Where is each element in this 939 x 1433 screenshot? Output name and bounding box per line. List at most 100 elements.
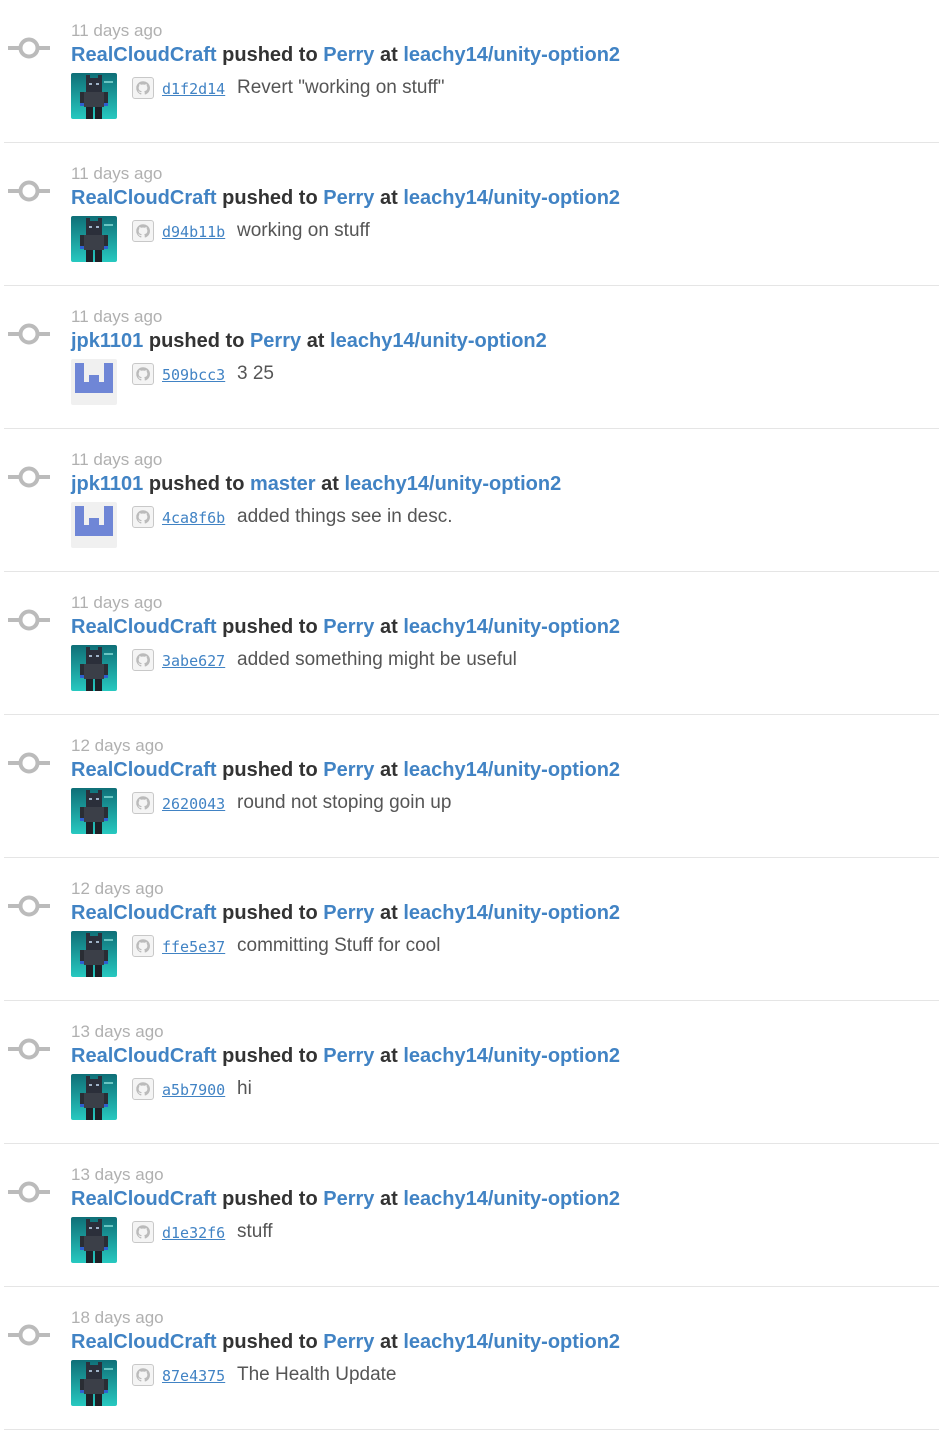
repo-link[interactable]: leachy14/unity-option2 — [403, 1188, 620, 1210]
repo-link[interactable]: leachy14/unity-option2 — [345, 473, 562, 495]
committer-avatar-icon[interactable] — [132, 1221, 154, 1243]
at-text: at — [321, 473, 339, 495]
commit-sha-link[interactable]: d94b11b — [162, 223, 225, 241]
repo-link[interactable]: leachy14/unity-option2 — [403, 616, 620, 638]
commit-message: hi — [237, 1078, 252, 1099]
avatar[interactable] — [71, 502, 117, 548]
commit-sha-link[interactable]: 4ca8f6b — [162, 509, 225, 527]
committer-avatar-icon[interactable] — [132, 935, 154, 957]
repo-link[interactable]: leachy14/unity-option2 — [403, 902, 620, 924]
commit-icon — [6, 36, 52, 60]
event-title: RealCloudCraft pushed to Perry at leachy… — [71, 759, 620, 782]
branch-link[interactable]: Perry — [250, 330, 301, 352]
actor-link[interactable]: RealCloudCraft — [71, 1188, 217, 1210]
actor-link[interactable]: jpk1101 — [71, 473, 143, 495]
at-text: at — [379, 759, 398, 781]
commit-message: working on stuff — [237, 220, 370, 241]
commit-sha-link[interactable]: ffe5e37 — [162, 938, 225, 956]
committer-avatar-icon[interactable] — [132, 363, 154, 385]
event-time: 12 days ago — [71, 879, 164, 898]
commit-icon — [6, 1323, 52, 1347]
actor-link[interactable]: RealCloudCraft — [71, 616, 217, 638]
commit-message: added something might be useful — [237, 649, 517, 670]
branch-link[interactable]: Perry — [323, 1045, 374, 1067]
actor-link[interactable]: RealCloudCraft — [71, 1331, 217, 1353]
actor-link[interactable]: jpk1101 — [71, 330, 143, 352]
commit-sha-link[interactable]: d1f2d14 — [162, 80, 225, 98]
repo-link[interactable]: leachy14/unity-option2 — [330, 330, 547, 352]
avatar[interactable] — [71, 1074, 117, 1120]
avatar[interactable] — [71, 359, 117, 405]
repo-link[interactable]: leachy14/unity-option2 — [403, 1045, 620, 1067]
event-time: 11 days ago — [71, 593, 163, 612]
commit-sha-link[interactable]: 509bcc3 — [162, 366, 225, 384]
committer-avatar-icon[interactable] — [132, 792, 154, 814]
identicon-avatar-icon — [71, 502, 117, 548]
event-title: jpk1101 pushed to Perry at leachy14/unit… — [71, 330, 547, 353]
action-text: pushed to — [222, 616, 318, 638]
event-title: RealCloudCraft pushed to Perry at leachy… — [71, 1045, 620, 1068]
avatar[interactable] — [71, 1217, 117, 1263]
avatar[interactable] — [71, 931, 117, 977]
action-text: pushed to — [222, 187, 318, 209]
branch-link[interactable]: Perry — [323, 759, 374, 781]
at-text: at — [379, 44, 398, 66]
branch-link[interactable]: Perry — [323, 902, 374, 924]
actor-link[interactable]: RealCloudCraft — [71, 44, 217, 66]
committer-avatar-icon[interactable] — [132, 506, 154, 528]
action-text: pushed to — [222, 1045, 318, 1067]
avatar[interactable] — [71, 788, 117, 834]
commit-icon — [6, 751, 52, 775]
push-event: 12 days ago RealCloudCraft pushed to Per… — [4, 858, 939, 1001]
minecraft-cat-avatar-icon — [71, 1360, 117, 1406]
repo-link[interactable]: leachy14/unity-option2 — [403, 44, 620, 66]
commit-sha-link[interactable]: 87e4375 — [162, 1367, 225, 1385]
avatar[interactable] — [71, 73, 117, 119]
actor-link[interactable]: RealCloudCraft — [71, 187, 217, 209]
actor-link[interactable]: RealCloudCraft — [71, 902, 217, 924]
commit-icon — [6, 1037, 52, 1061]
action-text: pushed to — [148, 330, 245, 352]
branch-link[interactable]: master — [250, 473, 316, 495]
push-event: 11 days ago RealCloudCraft pushed to Per… — [4, 143, 939, 286]
push-event: 11 days ago jpk1101 pushed to Perry at l… — [4, 286, 939, 429]
minecraft-cat-avatar-icon — [71, 788, 117, 834]
event-time: 11 days ago — [71, 21, 163, 40]
repo-link[interactable]: leachy14/unity-option2 — [403, 1331, 620, 1353]
action-text: pushed to — [222, 902, 318, 924]
commit-sha-link[interactable]: d1e32f6 — [162, 1224, 225, 1242]
actor-link[interactable]: RealCloudCraft — [71, 1045, 217, 1067]
avatar[interactable] — [71, 216, 117, 262]
commit-icon — [6, 894, 52, 918]
committer-avatar-icon[interactable] — [132, 649, 154, 671]
at-text: at — [379, 902, 398, 924]
committer-avatar-icon[interactable] — [132, 220, 154, 242]
branch-link[interactable]: Perry — [323, 1331, 374, 1353]
commit-icon — [6, 465, 52, 489]
minecraft-cat-avatar-icon — [71, 645, 117, 691]
action-text: pushed to — [222, 1331, 318, 1353]
push-event: 18 days ago RealCloudCraft pushed to Per… — [4, 1287, 939, 1430]
event-title: RealCloudCraft pushed to Perry at leachy… — [71, 616, 620, 639]
avatar[interactable] — [71, 645, 117, 691]
event-title: RealCloudCraft pushed to Perry at leachy… — [71, 1188, 620, 1211]
commit-sha-link[interactable]: 2620043 — [162, 795, 225, 813]
branch-link[interactable]: Perry — [323, 44, 374, 66]
minecraft-cat-avatar-icon — [71, 931, 117, 977]
repo-link[interactable]: leachy14/unity-option2 — [403, 759, 620, 781]
actor-link[interactable]: RealCloudCraft — [71, 759, 217, 781]
committer-avatar-icon[interactable] — [132, 1364, 154, 1386]
commit-sha-link[interactable]: a5b7900 — [162, 1081, 225, 1099]
commit-message: committing Stuff for cool — [237, 935, 441, 956]
branch-link[interactable]: Perry — [323, 1188, 374, 1210]
avatar[interactable] — [71, 1360, 117, 1406]
event-title: RealCloudCraft pushed to Perry at leachy… — [71, 187, 620, 210]
commit-sha-link[interactable]: 3abe627 — [162, 652, 225, 670]
committer-avatar-icon[interactable] — [132, 1078, 154, 1100]
repo-link[interactable]: leachy14/unity-option2 — [403, 187, 620, 209]
at-text: at — [379, 1188, 398, 1210]
committer-avatar-icon[interactable] — [132, 77, 154, 99]
branch-link[interactable]: Perry — [323, 616, 374, 638]
commit-message: 3 25 — [237, 363, 274, 384]
branch-link[interactable]: Perry — [323, 187, 374, 209]
